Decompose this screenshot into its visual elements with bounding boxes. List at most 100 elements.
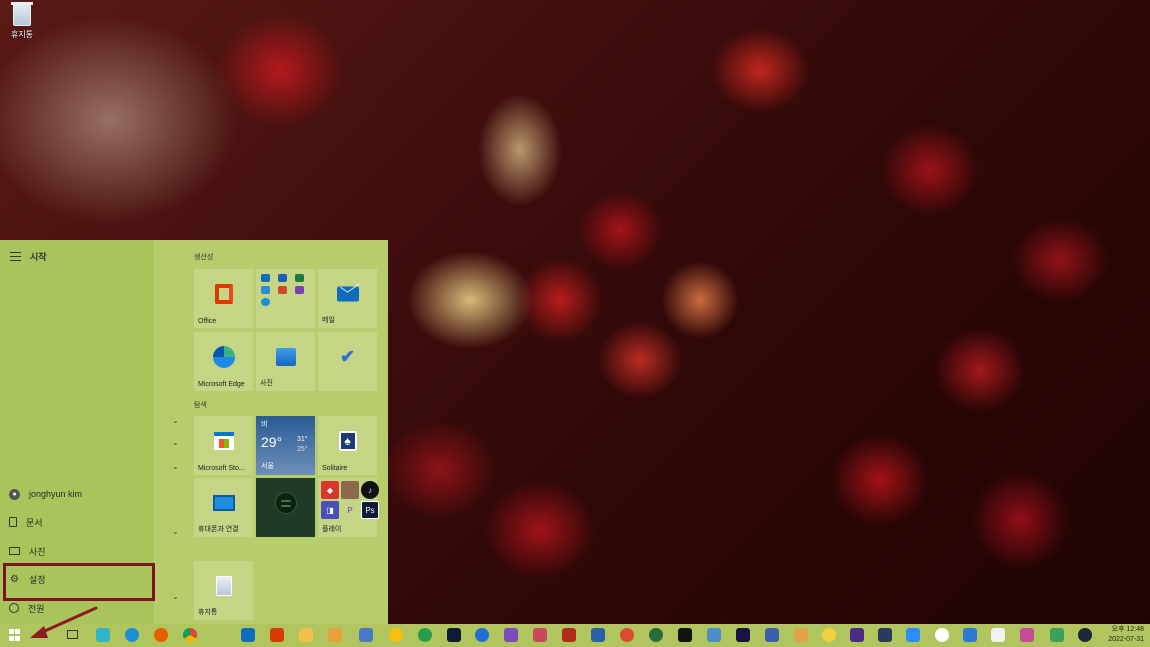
vscode-icon[interactable] xyxy=(963,628,977,642)
game-icon: ◆ xyxy=(321,481,339,499)
annotation-arrow xyxy=(30,606,98,638)
app-icon[interactable] xyxy=(649,628,663,642)
tile-weather[interactable]: 비 29° 31° 25° 서울 xyxy=(256,416,315,475)
visual-studio-icon[interactable] xyxy=(504,628,518,642)
firefox-icon[interactable] xyxy=(154,628,168,642)
user-icon: ● xyxy=(9,488,20,500)
pictures-label: 사진 xyxy=(29,546,46,557)
documents-item[interactable]: 문서 xyxy=(0,509,154,535)
media-player-icon[interactable] xyxy=(389,628,403,642)
tiktok-icon: ♪ xyxy=(361,481,379,499)
file-explorer-icon[interactable] xyxy=(299,628,313,642)
group-label-explore: 탐색 xyxy=(194,402,207,409)
edge-icon xyxy=(212,345,235,368)
office-apps-icons xyxy=(261,274,304,306)
teamviewer-icon[interactable] xyxy=(475,628,489,642)
app-icon[interactable] xyxy=(822,628,836,642)
tile-mail[interactable]: 메일 xyxy=(318,269,377,328)
office-taskbar-icon[interactable] xyxy=(270,628,284,642)
chevron-down-icon[interactable]: ⌄ xyxy=(172,592,179,601)
recycle-bin-icon xyxy=(215,575,232,596)
tile-phone-link[interactable]: 휴대폰과 연결 xyxy=(194,478,253,537)
onedrive-icon xyxy=(261,286,270,294)
app-icon[interactable] xyxy=(418,628,432,642)
vn-icon: ◨ xyxy=(321,501,339,519)
spotify-icon xyxy=(274,491,297,514)
office-icon xyxy=(214,283,233,304)
tile-todo[interactable]: ✔ xyxy=(318,332,377,391)
app-icon[interactable] xyxy=(533,628,547,642)
chevron-down-icon[interactable]: ⌄ xyxy=(172,527,179,536)
chevron-down-icon[interactable]: ⌄ xyxy=(172,438,179,447)
mail-taskbar-icon[interactable] xyxy=(241,628,255,642)
app-icon[interactable] xyxy=(591,628,605,642)
tile-spotify[interactable] xyxy=(256,478,315,537)
edge-taskbar-icon[interactable] xyxy=(125,628,139,642)
app-icon[interactable] xyxy=(794,628,808,642)
unity-icon[interactable] xyxy=(991,628,1005,642)
outlook-icon xyxy=(261,274,270,282)
tile-office[interactable]: Office xyxy=(194,269,253,328)
tile-office-label: Office xyxy=(198,318,217,325)
app-icon[interactable] xyxy=(878,628,892,642)
documents-label: 문서 xyxy=(26,517,43,528)
filezilla-icon[interactable] xyxy=(562,628,576,642)
tile-edge[interactable]: Microsoft Edge xyxy=(194,332,253,391)
power-icon xyxy=(9,603,19,613)
tile-phone-link-label: 휴대폰과 연결 xyxy=(198,526,239,533)
photos-icon xyxy=(275,347,296,366)
excel-icon xyxy=(295,274,304,282)
pictures-item[interactable]: 사진 xyxy=(0,538,154,564)
store-icon xyxy=(213,431,234,450)
checkmark-icon: ✔ xyxy=(339,346,356,367)
app-icon[interactable] xyxy=(620,628,634,642)
tile-play-folder[interactable]: ◆ ♪ ◨ P Ps 플레이 xyxy=(318,478,379,537)
steam-icon[interactable] xyxy=(1078,628,1092,642)
chrome-icon[interactable] xyxy=(183,628,197,642)
hamburger-menu-icon[interactable] xyxy=(10,252,21,264)
tile-office-apps-folder[interactable] xyxy=(256,269,315,328)
play-apps-icons: ◆ ♪ ◨ P Ps xyxy=(321,481,379,519)
tile-store[interactable]: Microsoft Sto... xyxy=(194,416,253,475)
app-icon[interactable] xyxy=(328,628,342,642)
tile-edge-label: Microsoft Edge xyxy=(198,381,245,388)
weather-city: 서울 xyxy=(261,463,274,470)
group-label-productivity: 생산성 xyxy=(194,254,214,261)
chevron-down-icon[interactable]: ⌄ xyxy=(172,416,179,425)
taskbar-clock[interactable]: 오후 12:48 2022-07-31 xyxy=(1108,625,1144,645)
weather-high: 31° xyxy=(297,436,308,443)
start-tiles-area: 생산성 Office 메일 Microsoft Edge 사진 ✔ 탐색 Mic… xyxy=(154,240,388,624)
skype-icon xyxy=(261,298,270,306)
desktop-recycle-bin[interactable]: 휴지통 xyxy=(4,2,40,40)
user-account-item[interactable]: ● jonghyun kim xyxy=(0,481,154,507)
app-icon[interactable] xyxy=(1020,628,1034,642)
tile-play-label: 플레이 xyxy=(322,526,342,533)
chevron-down-icon[interactable]: ⌄ xyxy=(172,462,179,471)
app-icon[interactable] xyxy=(850,628,864,642)
document-icon xyxy=(9,517,17,527)
app-icon[interactable] xyxy=(707,628,721,642)
weather-temp: 29° xyxy=(261,434,283,450)
game-thumbnail-icon xyxy=(341,481,359,499)
settings-highlight-box xyxy=(3,563,155,601)
windows-start-button[interactable] xyxy=(9,629,21,641)
word-icon xyxy=(278,274,287,282)
start-title: 시작 xyxy=(30,252,47,262)
recycle-bin-icon xyxy=(11,2,33,26)
tile-photos[interactable]: 사진 xyxy=(256,332,315,391)
tile-solitaire[interactable]: ♠ Solitaire xyxy=(318,416,377,475)
cards-icon: ♠ xyxy=(338,430,357,451)
app-icon[interactable] xyxy=(935,628,949,642)
app-icon[interactable] xyxy=(765,628,779,642)
photoshop-icon[interactable] xyxy=(447,628,461,642)
pycharm-icon[interactable] xyxy=(678,628,692,642)
zoom-icon[interactable] xyxy=(906,628,920,642)
clock-time: 오후 12:48 xyxy=(1111,626,1144,633)
tile-recycle-bin[interactable]: 휴지통 xyxy=(194,561,253,620)
app-icon[interactable] xyxy=(1050,628,1064,642)
app-icon[interactable] xyxy=(359,628,373,642)
desktop-recycle-bin-label: 휴지통 xyxy=(10,30,34,39)
user-account-label: jonghyun kim xyxy=(29,489,83,499)
photoshop-express-icon: Ps xyxy=(361,501,379,519)
premiere-icon[interactable] xyxy=(736,628,750,642)
